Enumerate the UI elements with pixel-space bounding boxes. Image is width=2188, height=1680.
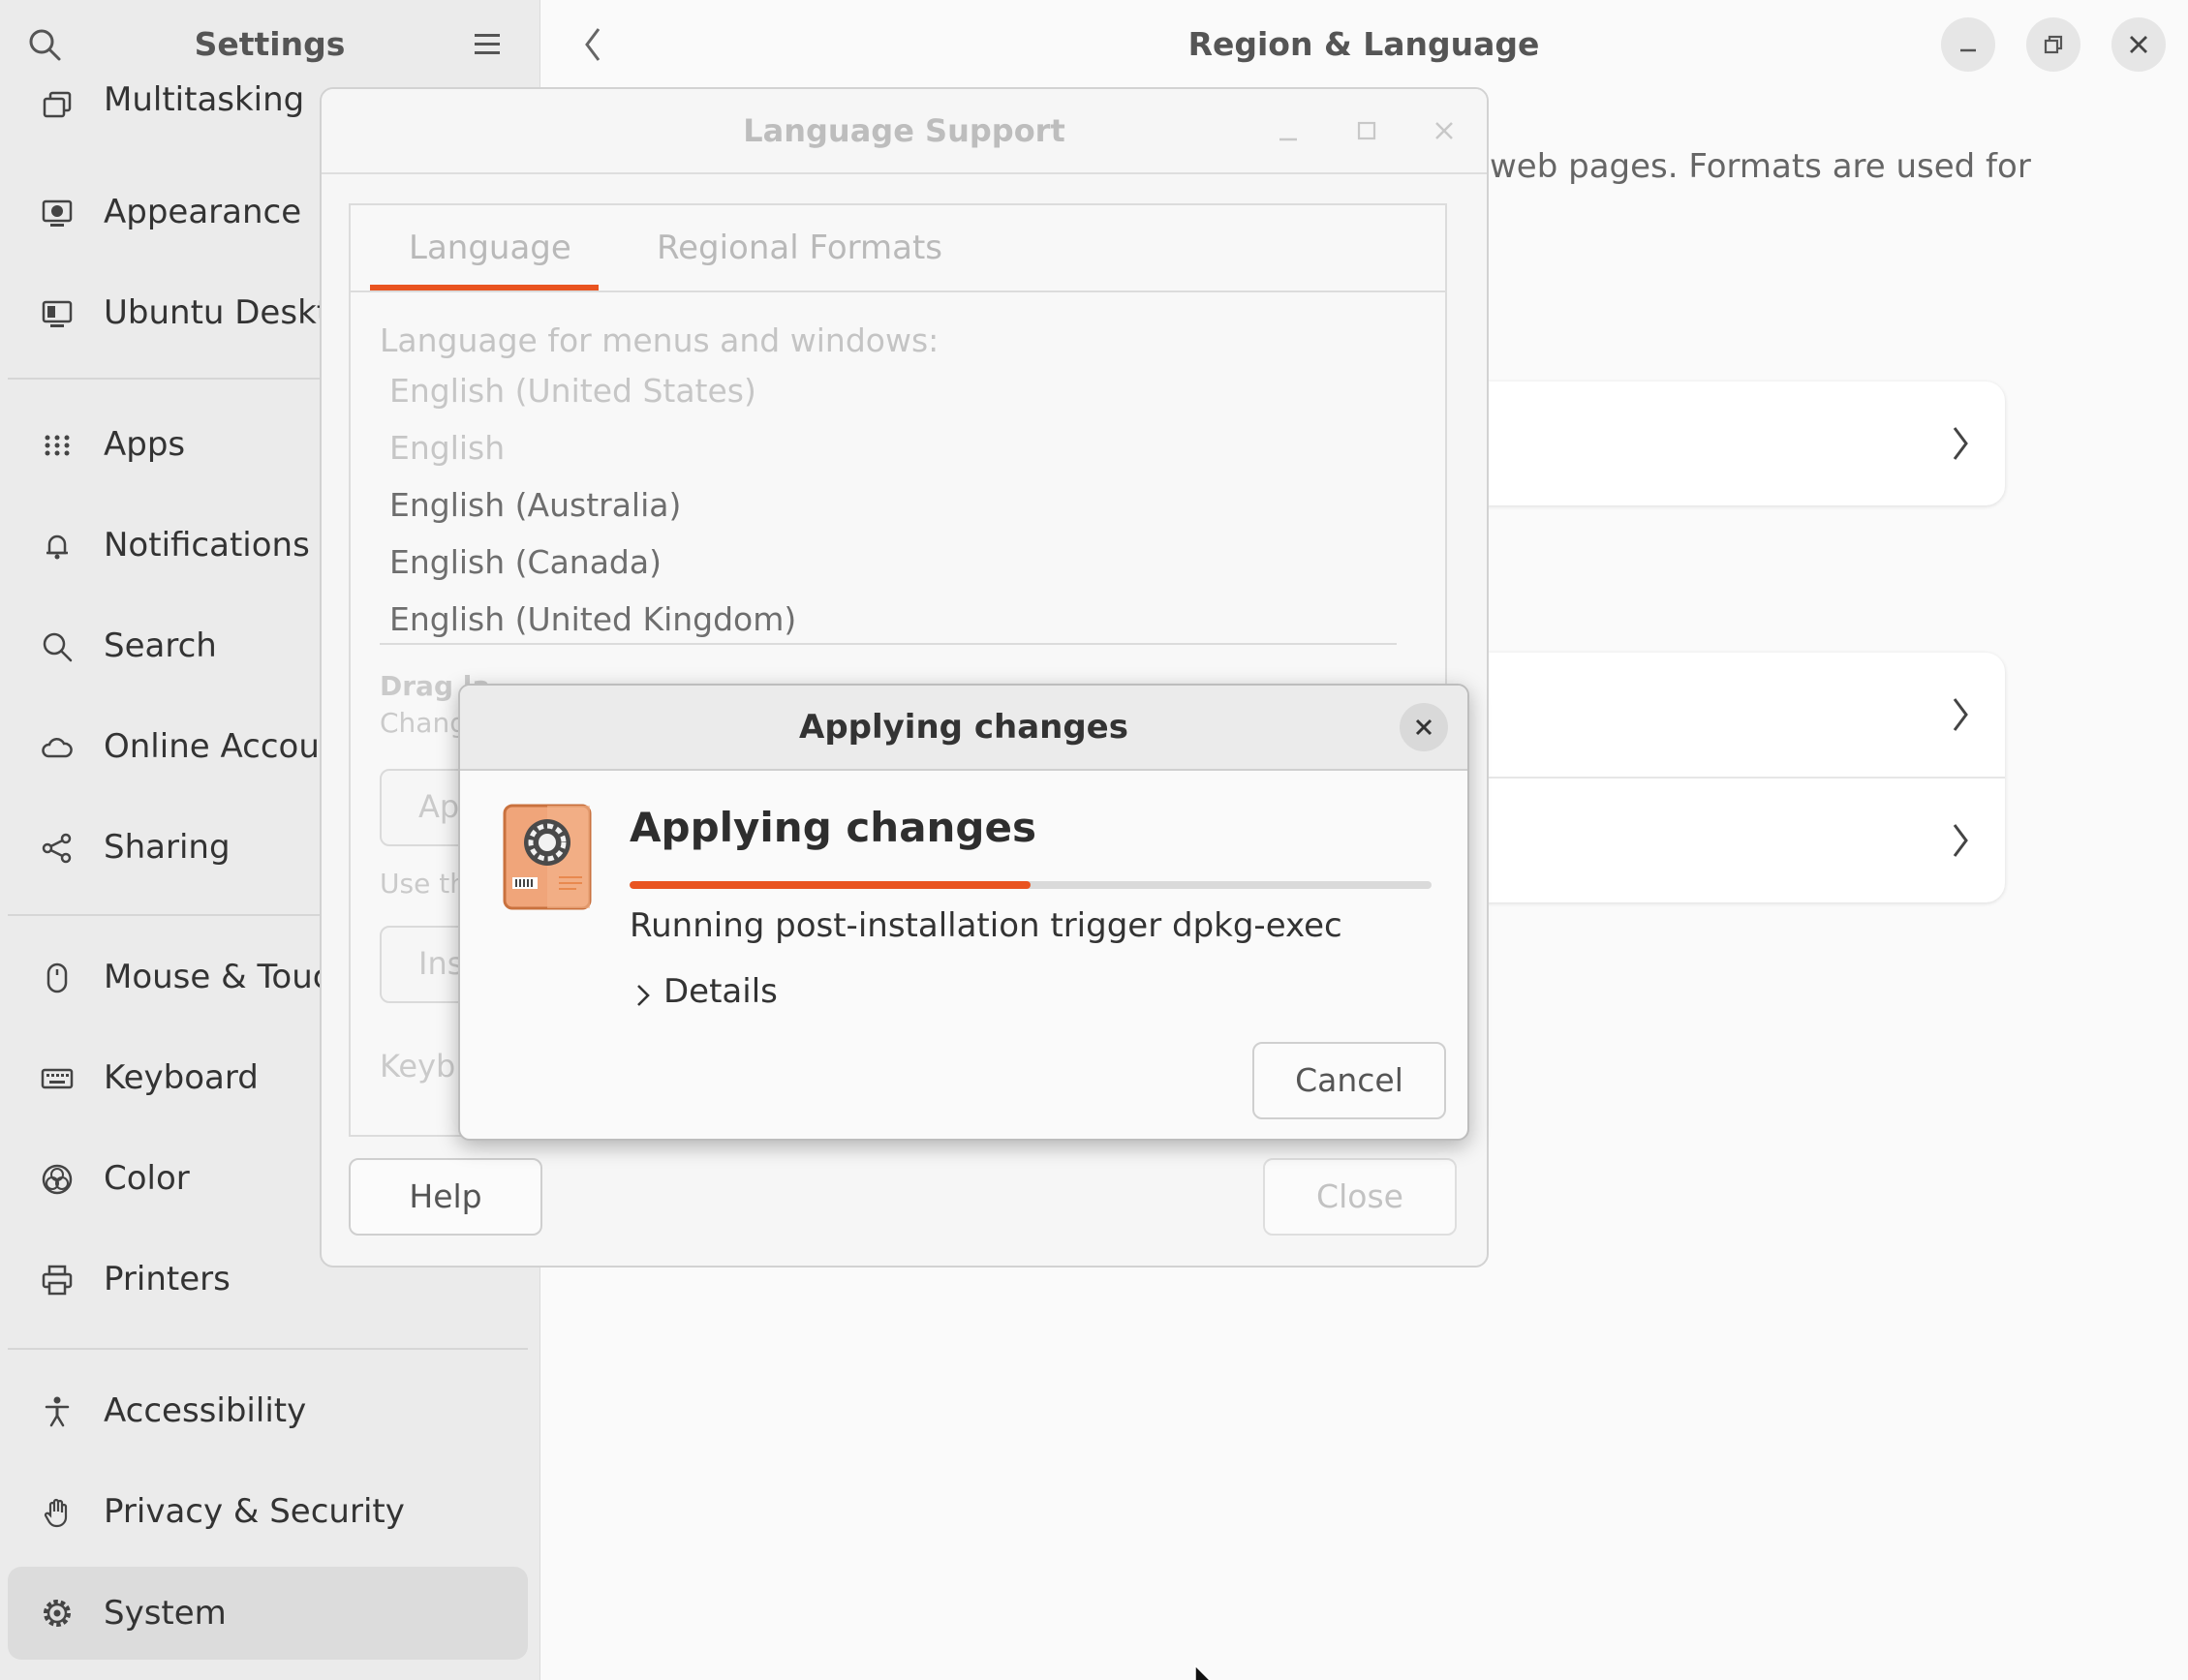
restore-window-button[interactable] bbox=[2026, 17, 2080, 72]
dialog-close-button[interactable] bbox=[1400, 703, 1448, 751]
close-icon[interactable] bbox=[1432, 118, 1457, 143]
sidebar-item-label: Keyboard bbox=[104, 1058, 259, 1097]
printer-icon bbox=[41, 1264, 74, 1297]
language-list-heading: Language for menus and windows: bbox=[380, 321, 940, 359]
formats-card bbox=[1433, 653, 2005, 902]
bell-icon bbox=[41, 530, 74, 563]
sidebar-item-label: Privacy & Security bbox=[104, 1492, 405, 1531]
sidebar-item-label: Notifications bbox=[104, 526, 310, 565]
apply-button-label: Ap bbox=[418, 788, 460, 825]
minimize-icon[interactable] bbox=[1276, 118, 1301, 143]
chevron-right-icon bbox=[1947, 693, 1974, 736]
cancel-button[interactable]: Cancel bbox=[1252, 1042, 1446, 1119]
share-icon bbox=[41, 832, 74, 865]
sidebar-item-label: Color bbox=[104, 1159, 190, 1198]
cloud-icon bbox=[41, 731, 74, 764]
minimize-window-button[interactable] bbox=[1941, 17, 1995, 72]
chevron-right-icon bbox=[634, 980, 652, 1011]
language-row-card[interactable] bbox=[1433, 382, 2005, 505]
hamburger-menu-icon[interactable] bbox=[473, 31, 502, 58]
tab-language[interactable]: Language bbox=[409, 205, 571, 290]
keyboard-icon bbox=[41, 1062, 74, 1095]
tabs-divider bbox=[351, 290, 1445, 292]
close-window-button[interactable] bbox=[2111, 17, 2166, 72]
sidebar-item-system[interactable]: System bbox=[8, 1567, 528, 1660]
applying-changes-dialog: Applying changes Applying changes Runnin… bbox=[458, 684, 1469, 1141]
help-button[interactable]: Help bbox=[349, 1158, 542, 1236]
accessibility-icon bbox=[41, 1395, 74, 1428]
chevron-right-icon bbox=[1947, 422, 1974, 465]
language-list-bottom-border bbox=[380, 643, 1397, 645]
language-support-title: Language Support bbox=[743, 112, 1065, 149]
use-hint-text: Use th bbox=[380, 868, 467, 900]
hand-icon bbox=[41, 1496, 74, 1529]
package-installer-icon bbox=[503, 804, 592, 910]
maximize-icon[interactable] bbox=[1354, 118, 1379, 143]
progress-bar bbox=[630, 881, 1432, 889]
language-list-item[interactable]: English (Canada) bbox=[389, 543, 662, 581]
apps-icon bbox=[41, 429, 74, 462]
dialog-title: Applying changes bbox=[799, 708, 1128, 747]
sidebar-item-accessibility[interactable]: Accessibility bbox=[0, 1369, 539, 1452]
language-list-item[interactable]: English bbox=[389, 429, 505, 467]
sidebar-item-label: Appearance bbox=[104, 193, 302, 231]
change-hint-text: Chang bbox=[380, 707, 467, 739]
sidebar-item-label: Search bbox=[104, 626, 217, 665]
manage-languages-row[interactable] bbox=[1433, 779, 2005, 902]
sidebar-item-label: Printers bbox=[104, 1260, 231, 1298]
formats-row[interactable] bbox=[1433, 653, 2005, 779]
sidebar-item-label: Apps bbox=[104, 425, 186, 464]
dialog-titlebar: Applying changes bbox=[460, 686, 1467, 771]
sidebar-item-label: System bbox=[104, 1594, 227, 1633]
ubuntu-desktop-icon bbox=[41, 297, 74, 330]
mouse-pointer-icon bbox=[1193, 1664, 1215, 1680]
details-label: Details bbox=[663, 972, 778, 1011]
main-page-title: Region & Language bbox=[1187, 25, 1540, 63]
appearance-icon bbox=[41, 197, 74, 229]
keyboard-input-label: Keyb bbox=[380, 1048, 456, 1084]
language-list-item[interactable]: English (United Kingdom) bbox=[389, 600, 796, 638]
language-list-item[interactable]: English (Australia) bbox=[389, 486, 681, 524]
language-list-item[interactable]: English (United States) bbox=[389, 372, 756, 410]
gear-icon bbox=[41, 1597, 74, 1630]
search-icon bbox=[41, 630, 74, 663]
tab-regional-formats[interactable]: Regional Formats bbox=[657, 205, 942, 290]
sidebar-divider bbox=[8, 1348, 528, 1350]
sidebar-item-privacy-security[interactable]: Privacy & Security bbox=[0, 1470, 539, 1553]
close-button[interactable]: Close bbox=[1263, 1158, 1457, 1236]
progress-bar-fill bbox=[630, 881, 1031, 889]
sidebar-item-label: Sharing bbox=[104, 828, 231, 867]
dialog-heading: Applying changes bbox=[630, 804, 1036, 851]
install-button-label: Ins bbox=[418, 945, 464, 982]
language-support-titlebar: Language Support bbox=[322, 89, 1487, 174]
region-description: web pages. Formats are used for bbox=[1490, 147, 2031, 186]
multitasking-icon bbox=[41, 87, 74, 120]
mouse-icon bbox=[41, 962, 74, 994]
color-icon bbox=[41, 1163, 74, 1196]
progress-status-text: Running post-installation trigger dpkg-e… bbox=[630, 906, 1342, 945]
sidebar-item-label: Multitasking bbox=[104, 80, 305, 119]
sidebar-item-label: Accessibility bbox=[104, 1391, 307, 1430]
chevron-right-icon bbox=[1947, 819, 1974, 862]
